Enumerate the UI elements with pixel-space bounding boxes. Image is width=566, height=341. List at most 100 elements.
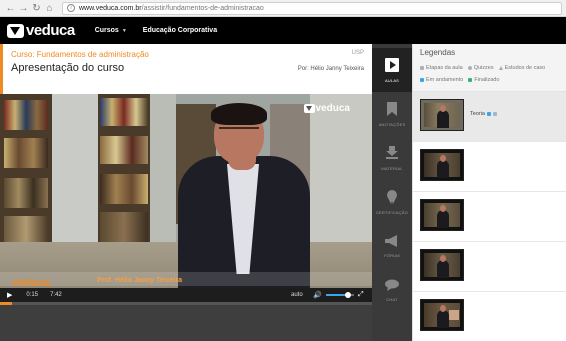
triangle-icon bbox=[498, 66, 503, 70]
legend-item: Etapas da aula bbox=[420, 65, 463, 71]
lesson-title: Teoria bbox=[470, 111, 485, 117]
legend-label: Finalizado bbox=[474, 77, 500, 83]
legend-title: Legendas bbox=[420, 48, 456, 57]
lesson-thumbnail bbox=[420, 199, 464, 231]
thumbnail-face bbox=[440, 205, 446, 212]
url-domain: www.veduca.com.br bbox=[79, 4, 142, 12]
course-institution: USP bbox=[351, 50, 364, 56]
side-item-aulas[interactable]: Aulas bbox=[372, 48, 412, 92]
chat-icon bbox=[385, 279, 399, 294]
legend-item: Em andamento bbox=[420, 77, 463, 83]
player-controls: ▶ 0:15 7:42 auto 🔊 ⤢ bbox=[0, 288, 372, 302]
presenter-hair bbox=[211, 103, 267, 125]
side-item-label: Certificação bbox=[375, 209, 409, 215]
legend-item: Quizzes bbox=[467, 65, 494, 71]
side-item-forum[interactable]: Fórum bbox=[372, 224, 412, 268]
current-time: 0:15 bbox=[26, 292, 39, 298]
menu-cursos-label: Cursos bbox=[94, 27, 119, 34]
window-light bbox=[310, 94, 372, 244]
side-item-material[interactable]: Material bbox=[372, 136, 412, 180]
thumbnail-face bbox=[440, 155, 446, 162]
presenter-glasses bbox=[219, 127, 259, 133]
download-icon bbox=[385, 145, 399, 163]
legend-row: Em andamento Finalizado bbox=[420, 77, 499, 83]
legend-item: Finalizado bbox=[468, 77, 499, 83]
back-arrow-icon[interactable]: ← bbox=[4, 2, 17, 15]
books bbox=[100, 98, 148, 126]
lesson-label: Teoria bbox=[470, 111, 497, 117]
legend-label: Estudos de caso bbox=[504, 65, 546, 71]
lesson-thumbnail bbox=[420, 149, 464, 181]
in-progress-icon bbox=[486, 112, 491, 116]
bookmark-icon bbox=[387, 101, 397, 119]
lesson-item[interactable]: Teoria bbox=[413, 92, 566, 142]
address-bar[interactable]: i www.veduca.com.br/assistir/fundamentos… bbox=[62, 1, 562, 15]
certificate-icon bbox=[386, 189, 398, 207]
menu-cursos[interactable]: Cursos ▼ bbox=[95, 27, 127, 34]
quality-selector[interactable]: auto bbox=[291, 292, 303, 298]
home-icon[interactable]: ⌂ bbox=[43, 2, 56, 15]
thumbnail-slide bbox=[449, 310, 459, 320]
books bbox=[100, 136, 148, 164]
forward-arrow-icon[interactable]: → bbox=[17, 2, 30, 15]
lesson-thumbnail bbox=[420, 99, 464, 131]
thumbnail-person bbox=[437, 110, 449, 128]
books bbox=[4, 138, 48, 168]
side-item-chat[interactable]: Chat bbox=[372, 268, 412, 312]
lesson-item[interactable] bbox=[413, 192, 566, 242]
books bbox=[4, 178, 48, 208]
lessons-panel: Legendas Etapas da aula Quizzes Estudos … bbox=[412, 44, 566, 341]
veduca-logo-icon bbox=[7, 23, 24, 38]
course-header: Curso: Fundamentos de administração USP … bbox=[0, 44, 372, 94]
lesson-title: Apresentação do curso bbox=[11, 62, 125, 74]
lesson-thumbnail bbox=[420, 299, 464, 331]
lesson-item[interactable] bbox=[413, 142, 566, 192]
total-time: 7:42 bbox=[50, 292, 62, 298]
course-author: Por: Hélio Janny Teixeira bbox=[297, 66, 364, 72]
lesson-item[interactable] bbox=[413, 292, 566, 341]
play-icon[interactable]: ▶ bbox=[7, 291, 12, 299]
chevron-down-icon: ▼ bbox=[121, 27, 127, 34]
circle-icon bbox=[467, 66, 472, 70]
lower-third-name: Prof. Hélio Janny Teixeira bbox=[97, 277, 183, 284]
url-path: /assistir/fundamentos-de-administracao bbox=[141, 4, 264, 12]
watermark-text: veduca bbox=[315, 103, 350, 114]
reload-icon[interactable]: ↻ bbox=[30, 2, 43, 15]
megaphone-icon bbox=[385, 234, 399, 250]
volume-handle[interactable] bbox=[345, 292, 352, 298]
header-menu: Cursos ▼ Educação Corporativa bbox=[95, 27, 217, 34]
legend: Legendas Etapas da aula Quizzes Estudos … bbox=[413, 44, 566, 92]
side-item-anotacoes[interactable]: Anotações bbox=[372, 92, 412, 136]
menu-educacao-corporativa[interactable]: Educação Corporativa bbox=[143, 27, 217, 34]
video-player[interactable]: veduca bbox=[0, 94, 372, 302]
lower-third bbox=[0, 272, 372, 286]
site-header: veduca Cursos ▼ Educação Corporativa bbox=[0, 17, 566, 44]
legend-label: Quizzes bbox=[473, 65, 494, 71]
lesson-item[interactable] bbox=[413, 242, 566, 292]
side-item-label: Material bbox=[381, 165, 403, 171]
browser-toolbar: ← → ↻ ⌂ i www.veduca.com.br/assistir/fun… bbox=[0, 0, 566, 17]
thumbnail-person bbox=[437, 310, 449, 328]
thumbnail-face bbox=[440, 105, 446, 112]
legend-row: Etapas da aula Quizzes Estudos de caso bbox=[420, 65, 545, 71]
lesson-thumbnail bbox=[420, 249, 464, 281]
side-item-label: Chat bbox=[386, 296, 398, 302]
info-icon[interactable]: i bbox=[67, 4, 75, 12]
thumbnail-person bbox=[437, 160, 449, 178]
square-icon bbox=[420, 66, 424, 70]
status-icon bbox=[492, 112, 497, 116]
video-watermark: veduca bbox=[303, 103, 350, 114]
play-icon bbox=[385, 57, 399, 75]
below-video-area bbox=[0, 305, 372, 341]
books bbox=[100, 174, 148, 204]
square-icon bbox=[420, 78, 424, 82]
thumbnail-face bbox=[440, 255, 446, 262]
side-item-certificacao[interactable]: Certificação bbox=[372, 180, 412, 224]
square-icon bbox=[468, 78, 473, 82]
fullscreen-icon[interactable]: ⤢ bbox=[358, 291, 364, 299]
course-title: Curso: Fundamentos de administração bbox=[11, 50, 149, 59]
volume-icon[interactable]: 🔊 bbox=[313, 291, 322, 299]
thumbnail-face bbox=[440, 305, 446, 312]
thumbnail-person bbox=[437, 260, 449, 278]
site-logo[interactable]: veduca bbox=[7, 22, 75, 39]
